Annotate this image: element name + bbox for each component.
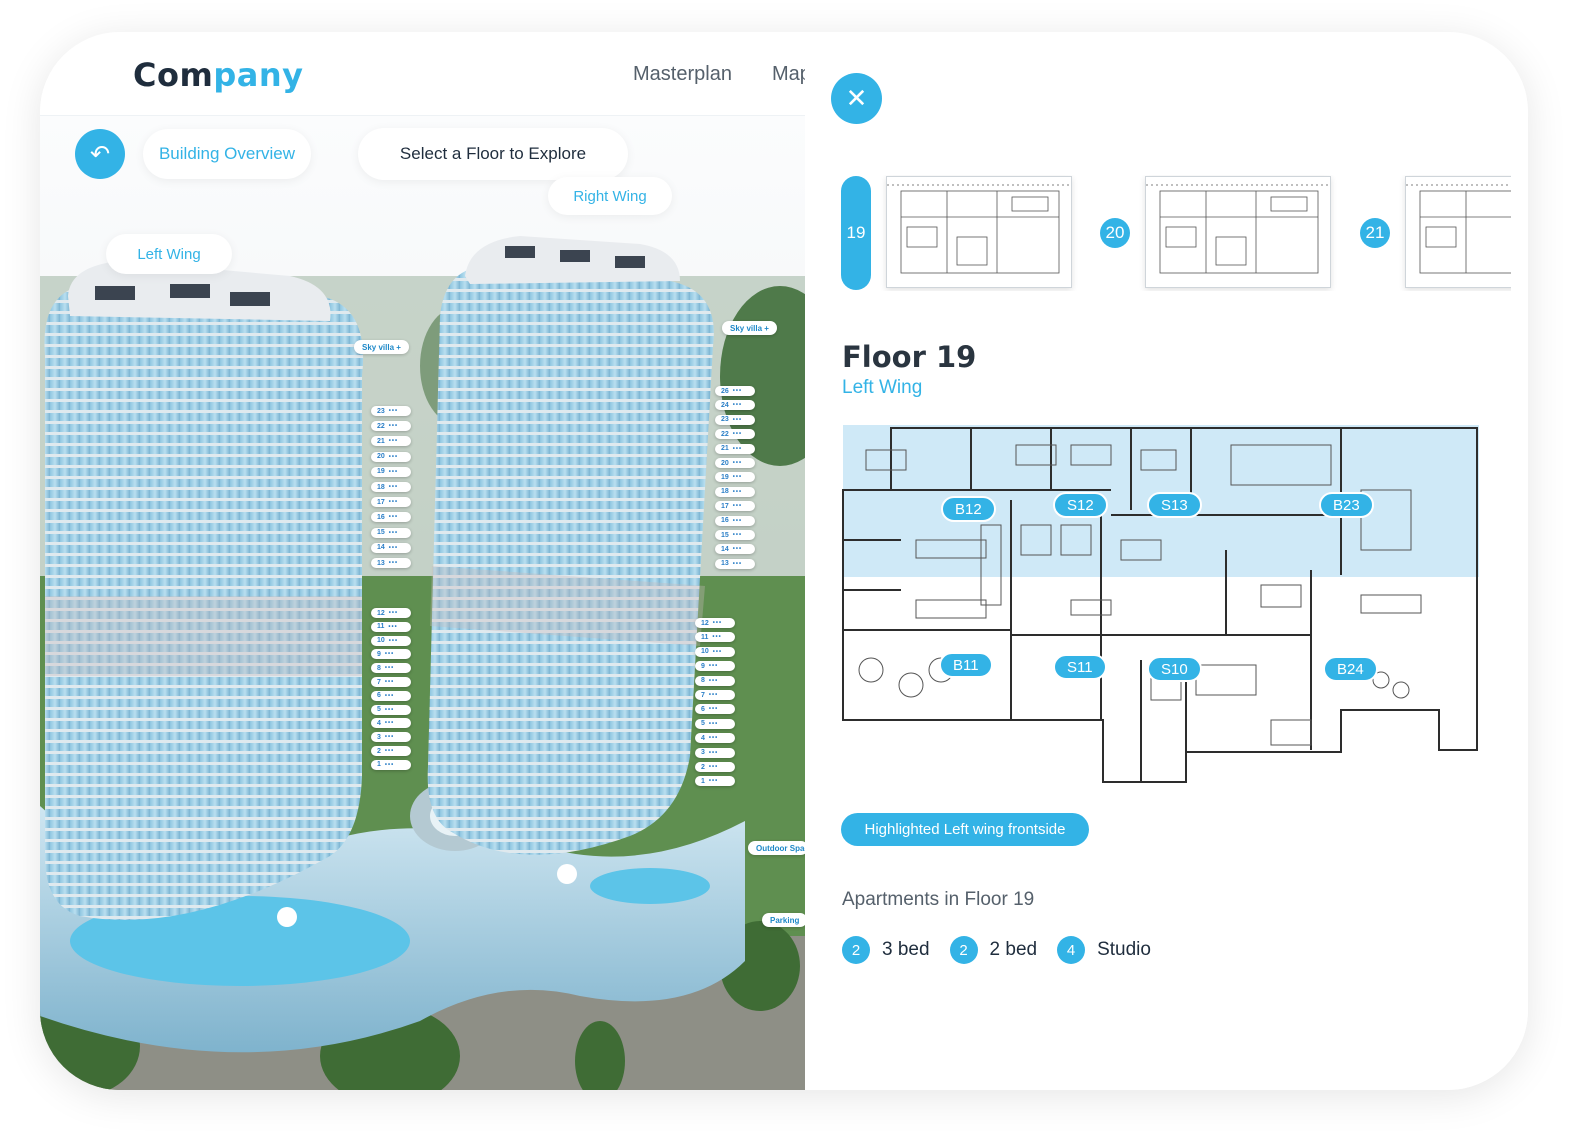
unit-badge-b12[interactable]: B12 (941, 496, 996, 522)
floor-tag-26[interactable]: 26 ••• (715, 386, 755, 396)
floor-selector-19[interactable]: 19 (841, 176, 871, 290)
floor-tag-20[interactable]: 20 ••• (715, 458, 755, 468)
floor-tag-16[interactable]: 16 ••• (715, 515, 755, 526)
company-logo[interactable]: Company (133, 56, 303, 94)
back-arrow-icon: ↶ (89, 140, 111, 168)
back-button[interactable]: ↶ (75, 129, 125, 179)
highlight-frontside-button[interactable]: Highlighted Left wing frontside (841, 813, 1089, 846)
floor-thumbnail-21[interactable] (1405, 176, 1511, 288)
apartment-type-studio: Studio (1097, 939, 1151, 960)
sky-villa-tag-right[interactable]: Sky villa + (722, 321, 777, 335)
floor-tag-19[interactable]: 19 ••• (371, 466, 411, 477)
floor-tag-12[interactable]: 12 ••• (695, 618, 735, 628)
left-wing-label[interactable]: Left Wing (106, 234, 232, 274)
instruction-label: Select a Floor to Explore (358, 128, 628, 180)
floor-thumbnail-strip: 19 20 21 (841, 175, 1511, 291)
floor-tag-11[interactable]: 11 ••• (695, 632, 735, 643)
floor-tag-9[interactable]: 9 ••• (695, 661, 735, 672)
floor-tag-23[interactable]: 23 ••• (371, 406, 411, 416)
sky-villa-tag-left[interactable]: Sky villa + (354, 340, 409, 354)
floor-tag-15[interactable]: 15 ••• (371, 527, 411, 538)
floor-tag-3[interactable]: 3 ••• (695, 747, 735, 758)
building-scene: ↶ Building Overview Select a Floor to Ex… (40, 116, 805, 1090)
outdoor-space-tag[interactable]: Outdoor Space (748, 841, 805, 855)
floor-thumbnail-20[interactable] (1145, 176, 1331, 288)
floor-wing-subtitle: Left Wing (842, 377, 923, 398)
apartment-type-2bed: 2 bed (989, 939, 1038, 960)
floor-tag-7[interactable]: 7 ••• (371, 677, 411, 687)
floor-tag-10[interactable]: 10 ••• (695, 646, 735, 657)
logo-text-accent: pany (213, 56, 304, 94)
building-overview-label[interactable]: Building Overview (143, 129, 311, 179)
floor-tag-16[interactable]: 16 ••• (371, 512, 411, 523)
floor-tag-5[interactable]: 5 ••• (695, 718, 735, 729)
floor-tag-17[interactable]: 17 ••• (371, 497, 411, 508)
floor-tag-11[interactable]: 11 ••• (371, 621, 411, 632)
apartment-count-2bed: 2 (949, 936, 978, 964)
unit-badge-s12[interactable]: S12 (1053, 492, 1108, 518)
floor-tag-24[interactable]: 24 ••• (715, 400, 755, 411)
floor-tag-13[interactable]: 13 ••• (715, 558, 755, 569)
floor-detail-panel: ✕ 19 20 21 Floor 19 Left Wing B12 S12 S1… (805, 32, 1528, 1090)
floor-tag-6[interactable]: 6 ••• (695, 704, 735, 715)
floor-tag-2[interactable]: 2 ••• (371, 746, 411, 756)
close-icon: ✕ (845, 83, 868, 113)
apartment-summary: 2 3 bed 2 2 bed 4 Studio (842, 936, 1171, 964)
floor-thumbnail-19[interactable] (886, 176, 1072, 288)
floor-tag-1[interactable]: 1 ••• (695, 776, 735, 787)
floor-tag-23[interactable]: 23 ••• (715, 414, 755, 425)
floor-tag-4[interactable]: 4 ••• (371, 718, 411, 729)
floor-tag-1[interactable]: 1 ••• (371, 759, 411, 770)
floor-selector-21[interactable]: 21 (1360, 218, 1390, 248)
floor-selector-20[interactable]: 20 (1100, 218, 1130, 248)
unit-badge-s10[interactable]: S10 (1147, 656, 1202, 682)
floor-tag-14[interactable]: 14 ••• (371, 542, 411, 553)
floor-tag-5[interactable]: 5 ••• (371, 704, 411, 715)
right-wing-label[interactable]: Right Wing (548, 177, 672, 215)
floor-tag-2[interactable]: 2 ••• (695, 762, 735, 772)
floor-tag-21[interactable]: 21 ••• (715, 443, 755, 454)
floor-tag-7[interactable]: 7 ••• (695, 690, 735, 700)
floor-tag-22[interactable]: 22 ••• (715, 429, 755, 440)
floor-tag-3[interactable]: 3 ••• (371, 732, 411, 743)
close-button[interactable]: ✕ (831, 73, 882, 124)
parking-tag[interactable]: Parking (762, 913, 805, 927)
floor-tag-17[interactable]: 17 ••• (715, 501, 755, 512)
floor-plan: B12 S12 S13 B23 B11 S11 S10 B24 (841, 420, 1481, 788)
floor-tag-15[interactable]: 15 ••• (715, 530, 755, 540)
floor-tag-8[interactable]: 8 ••• (371, 663, 411, 674)
unit-badge-b24[interactable]: B24 (1323, 656, 1378, 682)
unit-badge-b11[interactable]: B11 (939, 652, 993, 678)
floor-tag-10[interactable]: 10 ••• (371, 635, 411, 646)
floor-tag-19[interactable]: 19 ••• (715, 472, 755, 483)
floor-tag-18[interactable]: 18 ••• (371, 482, 411, 492)
floor-plan-drawing (842, 425, 1479, 783)
apartment-type-3bed: 3 bed (882, 939, 930, 960)
unit-badge-s13[interactable]: S13 (1147, 492, 1202, 518)
apartment-count-studio: 4 (1057, 936, 1086, 964)
floor-tag-4[interactable]: 4 ••• (695, 733, 735, 744)
apartments-title: Apartments in Floor 19 (842, 889, 1035, 910)
floor-tag-8[interactable]: 8 ••• (695, 675, 735, 686)
unit-badge-b23[interactable]: B23 (1319, 492, 1374, 518)
unit-badge-s11[interactable]: S11 (1053, 654, 1107, 680)
floor-tag-21[interactable]: 21 ••• (371, 436, 411, 447)
floor-tag-14[interactable]: 14 ••• (715, 544, 755, 555)
floor-tag-9[interactable]: 9 ••• (371, 649, 411, 660)
floor-tag-13[interactable]: 13 ••• (371, 558, 411, 568)
floor-tag-20[interactable]: 20 ••• (371, 451, 411, 462)
floor-tag-18[interactable]: 18 ••• (715, 486, 755, 497)
floor-title: Floor 19 (842, 340, 977, 374)
floor-tag-6[interactable]: 6 ••• (371, 690, 411, 701)
floor-tag-12[interactable]: 12 ••• (371, 608, 411, 618)
floor-tag-22[interactable]: 22 ••• (371, 421, 411, 432)
app-frame: Company Masterplan Map ↶ Building Overvi… (40, 32, 1528, 1090)
apartment-count-3bed: 2 (842, 936, 870, 964)
top-header: Company Masterplan Map (40, 32, 811, 116)
logo-text-dark: Com (133, 56, 214, 94)
nav-masterplan[interactable]: Masterplan (633, 63, 732, 86)
